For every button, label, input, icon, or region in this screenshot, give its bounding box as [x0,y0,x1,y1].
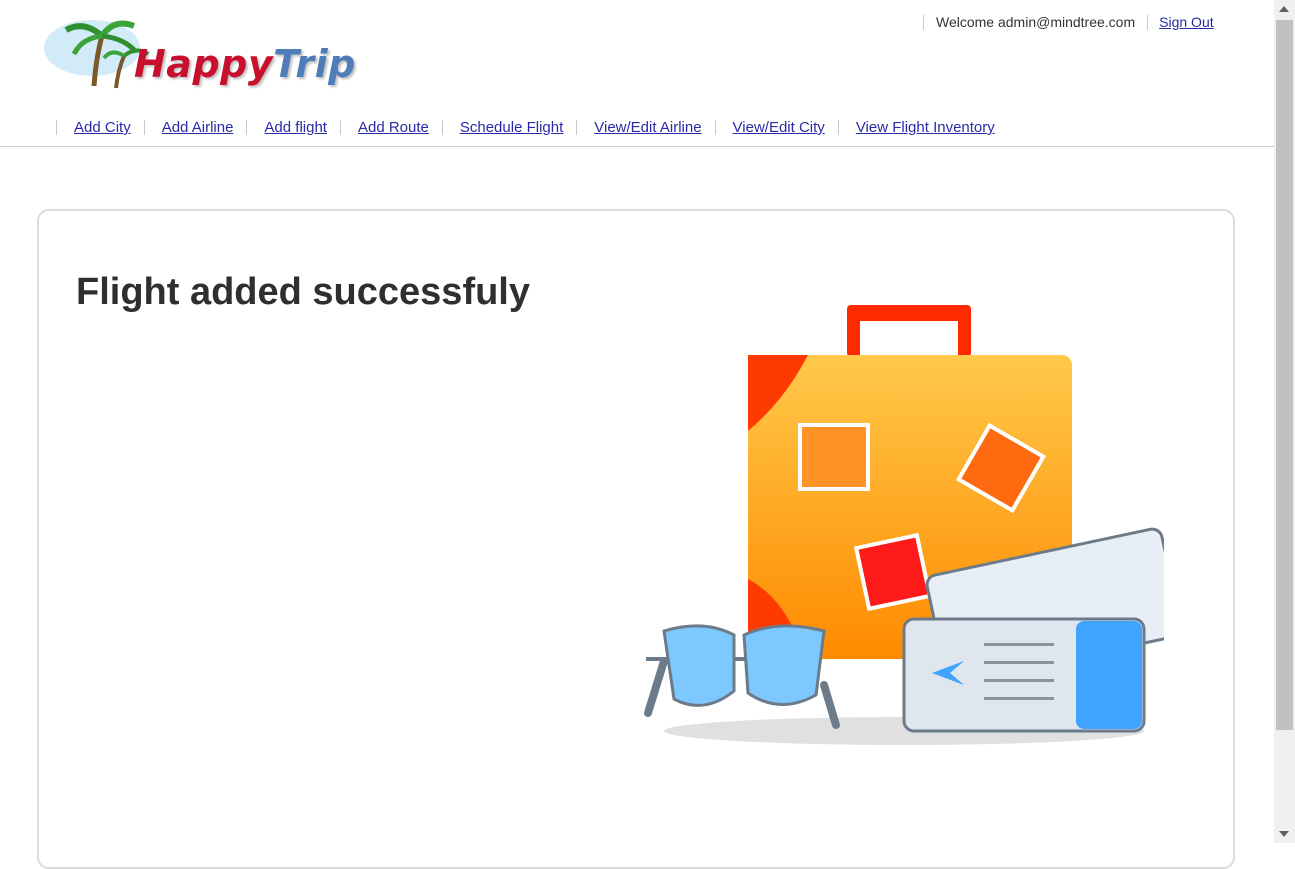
user-bar: Welcome admin@mindtree.com Sign Out [923,14,1214,30]
divider [1147,14,1149,30]
content-panel: Flight added successfuly [37,209,1235,869]
nav-add-route[interactable]: Add Route [358,119,429,136]
divider [246,120,248,135]
scroll-thumb[interactable] [1276,20,1293,730]
happytrip-logo[interactable]: HappyTrip [44,8,374,92]
divider [923,14,924,30]
scroll-down-icon[interactable] [1279,831,1289,837]
divider [714,120,716,135]
divider [441,120,443,135]
divider [339,120,341,135]
divider [576,120,578,135]
logo-text-trip: Trip [273,42,356,86]
divider [837,120,839,135]
nav-schedule-flight[interactable]: Schedule Flight [460,119,563,136]
nav-add-flight[interactable]: Add flight [264,119,327,136]
sign-out-link[interactable]: Sign Out [1159,14,1213,30]
nav-view-edit-airline[interactable]: View/Edit Airline [594,119,701,136]
welcome-text: Welcome admin@mindtree.com [936,14,1136,30]
success-message: Flight added successfuly [76,271,530,313]
nav-add-city[interactable]: Add City [74,119,131,136]
travel-illustration [644,305,1164,745]
divider [56,120,57,135]
nav-view-edit-city[interactable]: View/Edit City [733,119,825,136]
nav-view-flight-inventory[interactable]: View Flight Inventory [856,119,995,136]
page-scrollbar[interactable] [1274,0,1295,843]
logo-text-happy: Happy [134,42,274,86]
admin-nav: Add City Add Airline Add flight Add Rout… [56,119,1008,136]
header: HappyTrip Welcome admin@mindtree.com Sig… [0,0,1274,147]
logo-text: HappyTrip [134,42,356,86]
scroll-up-icon[interactable] [1279,6,1289,12]
nav-add-airline[interactable]: Add Airline [162,119,234,136]
divider [143,120,145,135]
